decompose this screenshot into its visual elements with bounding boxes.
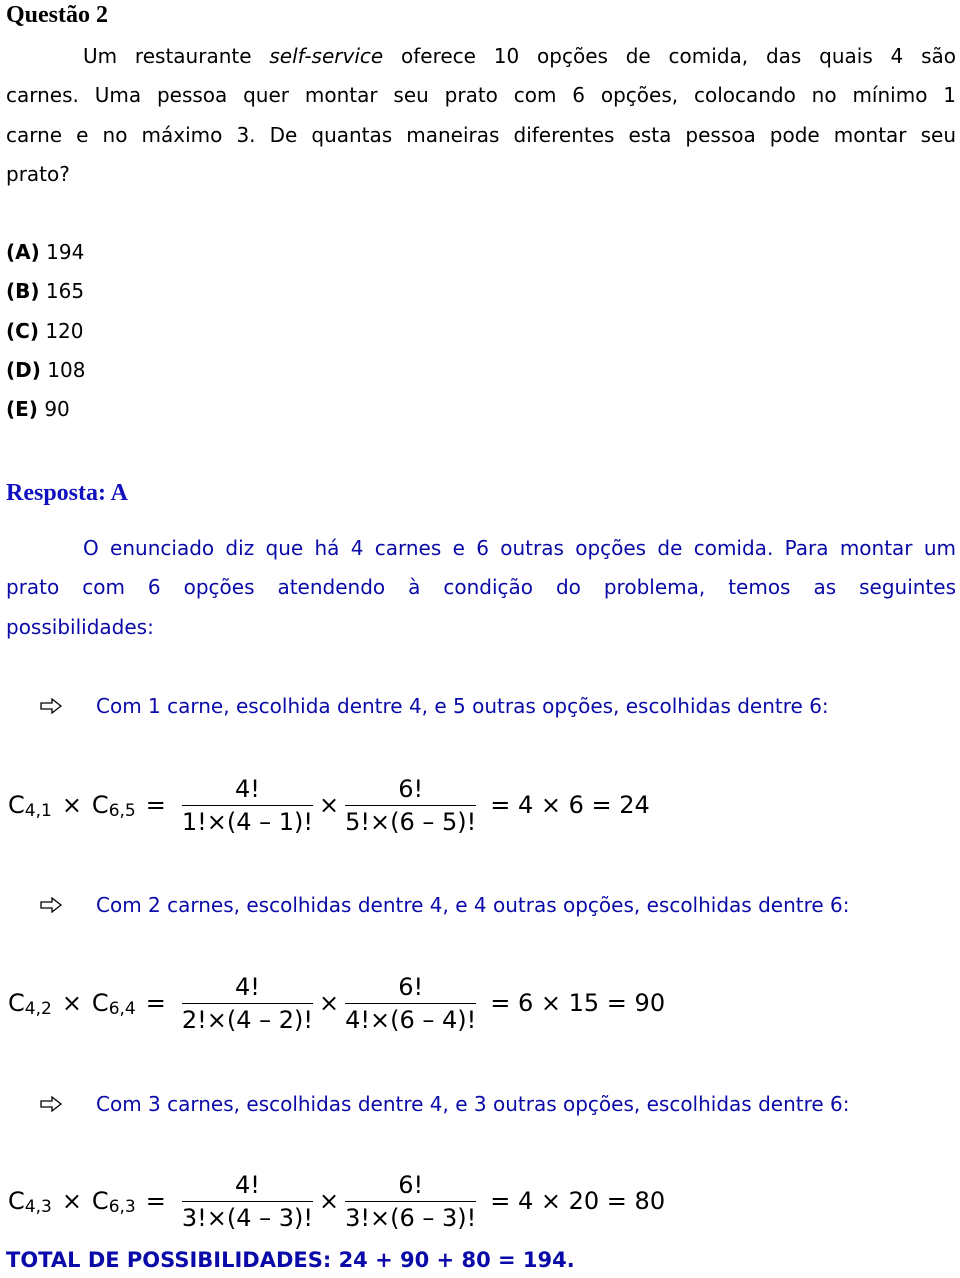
- fraction: 6! 4!×(6 – 4)!: [345, 973, 477, 1034]
- fraction-denominator: 1!×(4 – 1)!: [181, 807, 313, 836]
- combination-subscript: 6,5: [108, 801, 136, 821]
- fraction-denominator: 3!×(4 – 3)!: [181, 1203, 313, 1232]
- option-value: 165: [45, 279, 85, 304]
- case-text: Com 1 carne, escolhida dentre 4, e 5 out…: [96, 694, 829, 718]
- case-text: Com 2 carnes, escolhidas dentre 4, e 4 o…: [96, 893, 850, 917]
- formula-result: = 4 × 6 = 24: [490, 791, 650, 819]
- intro-line: O enunciado diz que há 4 carnes e 6 outr…: [83, 536, 956, 560]
- case-2-formula: C 4,2 × C 6,4 = 4! 2!×(4 – 2)! × 6! 4!×(6 – …: [8, 968, 665, 1038]
- option-e: (E) 90: [6, 390, 85, 429]
- times-sign: ×: [61, 1187, 82, 1215]
- case-3-bullet: Com 3 carnes, escolhidas dentre 4, e 3 o…: [40, 1092, 850, 1116]
- case-2-bullet: Com 2 carnes, escolhidas dentre 4, e 4 o…: [40, 893, 850, 917]
- right-arrow-outline-icon: [40, 698, 62, 714]
- option-value: 108: [47, 357, 86, 382]
- combination-symbol: C: [8, 989, 25, 1017]
- option-key: (C): [6, 318, 39, 343]
- option-c: (C) 120: [6, 312, 85, 351]
- option-a: (A) 194: [6, 233, 85, 272]
- case-3-formula: C 4,3 × C 6,3 = 4! 3!×(4 – 3)! × 6! 3!×(6 – …: [8, 1166, 665, 1236]
- fraction-numerator: 6!: [345, 1171, 477, 1202]
- combination-subscript: 6,4: [108, 999, 136, 1019]
- option-value: 90: [44, 397, 70, 422]
- fraction-denominator: 5!×(6 – 5)!: [345, 807, 477, 836]
- fraction-numerator: 4!: [181, 775, 313, 806]
- question-title: Questão 2: [6, 2, 108, 28]
- fraction-numerator: 6!: [345, 973, 477, 1004]
- answer-heading: Resposta: A: [6, 480, 129, 506]
- statement-italic: self-service: [269, 44, 384, 68]
- fraction-denominator: 3!×(6 – 3)!: [345, 1203, 477, 1232]
- fraction-numerator: 6!: [345, 775, 477, 806]
- question-statement: Um restaurante self-service oferece 10 o…: [6, 37, 956, 194]
- combination-subscript: 4,3: [24, 1197, 52, 1217]
- fraction-denominator: 4!×(6 – 4)!: [345, 1005, 477, 1034]
- times-sign: ×: [319, 791, 340, 819]
- combination-subscript: 4,1: [24, 801, 52, 821]
- right-arrow-outline-icon: [40, 1096, 62, 1112]
- combination-symbol: C: [91, 791, 109, 819]
- intro-line: prato com 6 opções atendendo à condição …: [6, 575, 956, 600]
- option-value: 194: [46, 240, 85, 264]
- fraction: 4! 2!×(4 – 2)!: [181, 973, 313, 1034]
- fraction: 6! 3!×(6 – 3)!: [345, 1171, 477, 1232]
- statement-line: prato?: [6, 161, 70, 186]
- option-d: (D) 108: [6, 351, 85, 390]
- equals-sign: =: [145, 791, 166, 819]
- fraction: 4! 3!×(4 – 3)!: [181, 1171, 313, 1232]
- times-sign: ×: [319, 989, 340, 1017]
- times-sign: ×: [319, 1187, 340, 1215]
- statement-line: carnes. Uma pessoa quer montar seu prato…: [6, 83, 956, 108]
- case-text: Com 3 carnes, escolhidas dentre 4, e 3 o…: [96, 1092, 850, 1116]
- combination-subscript: 4,2: [24, 999, 52, 1019]
- options-list: (A) 194 (B) 165 (C) 120 (D) 108 (E) 90: [6, 233, 85, 429]
- times-sign: ×: [61, 989, 82, 1017]
- combination-symbol: C: [91, 989, 109, 1017]
- case-1-bullet: Com 1 carne, escolhida dentre 4, e 5 out…: [40, 694, 829, 718]
- statement-line: Um restaurante self-service oferece 10 o…: [6, 37, 956, 76]
- option-key: (B): [6, 279, 40, 304]
- total-possibilities: TOTAL DE POSSIBILIDADES: 24 + 90 + 80 = …: [6, 1248, 575, 1272]
- option-b: (B) 165: [6, 272, 85, 311]
- fraction-numerator: 4!: [181, 973, 313, 1004]
- combination-symbol: C: [8, 1187, 25, 1215]
- right-arrow-outline-icon: [40, 897, 62, 913]
- fraction: 6! 5!×(6 – 5)!: [345, 775, 477, 836]
- combination-symbol: C: [91, 1187, 109, 1215]
- intro-line: possibilidades:: [6, 614, 154, 639]
- combination-symbol: C: [8, 791, 25, 819]
- option-key: (E): [6, 397, 38, 422]
- case-1-formula: C 4,1 × C 6,5 = 4! 1!×(4 – 1)! × 6! 5!×(6 – …: [8, 770, 650, 840]
- option-value: 120: [45, 318, 84, 343]
- answer-intro: O enunciado diz que há 4 carnes e 6 outr…: [6, 529, 956, 647]
- statement-text: oferece 10 opções de comida, das quais 4…: [383, 44, 957, 68]
- equals-sign: =: [145, 989, 166, 1017]
- fraction-numerator: 4!: [181, 1171, 313, 1202]
- combination-subscript: 6,3: [108, 1197, 136, 1217]
- times-sign: ×: [61, 791, 82, 819]
- formula-result: = 6 × 15 = 90: [490, 989, 666, 1017]
- fraction-denominator: 2!×(4 – 2)!: [181, 1005, 313, 1034]
- option-key: (D): [6, 357, 41, 382]
- fraction: 4! 1!×(4 – 1)!: [181, 775, 313, 836]
- statement-line: carne e no máximo 3. De quantas maneiras…: [6, 122, 956, 147]
- statement-text: Um restaurante: [83, 44, 270, 68]
- formula-result: = 4 × 20 = 80: [490, 1187, 666, 1215]
- option-key: (A): [6, 240, 40, 264]
- equals-sign: =: [145, 1187, 166, 1215]
